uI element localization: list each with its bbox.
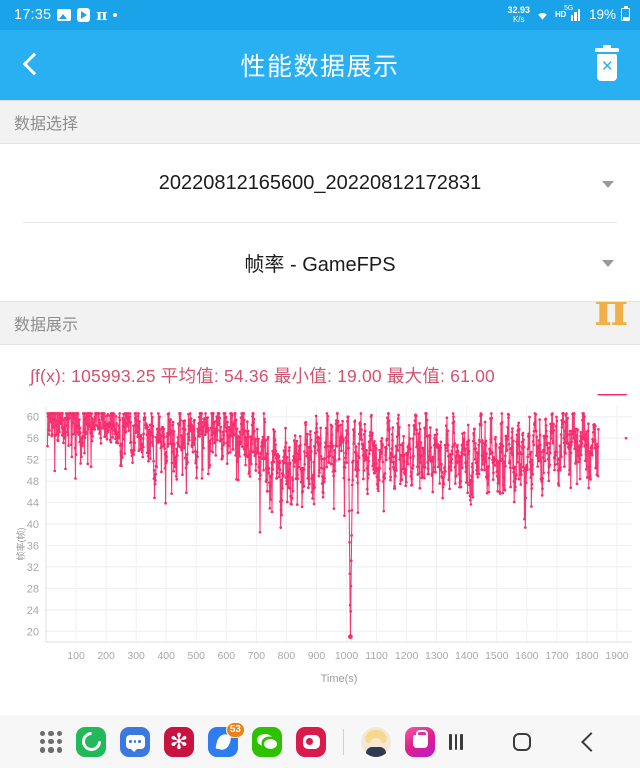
data-display-header-label: 数据展示 xyxy=(14,317,79,334)
data-selection-header: 数据选择 xyxy=(0,100,640,144)
svg-text:700: 700 xyxy=(248,650,266,662)
network-speed-indicator: 32.93 K/s xyxy=(507,6,530,24)
messages-app-icon[interactable] xyxy=(120,726,150,757)
svg-text:1800: 1800 xyxy=(575,650,599,662)
svg-text:52: 52 xyxy=(27,455,39,467)
status-bar-left: 17:35 π xyxy=(14,5,118,24)
phone-app-icon[interactable] xyxy=(76,726,106,757)
svg-text:40: 40 xyxy=(27,519,39,531)
svg-text:800: 800 xyxy=(278,650,296,662)
chevron-down-icon xyxy=(602,181,614,188)
signal-generation-label: 5G xyxy=(563,4,574,12)
bottom-dock: ✻ 53 xyxy=(0,715,640,768)
status-bar: 17:35 π 32.93 K/s HD 5G 19% xyxy=(0,0,640,30)
play-icon xyxy=(77,8,91,22)
navigation-bar xyxy=(444,730,640,754)
svg-text:44: 44 xyxy=(27,498,39,510)
svg-text:1700: 1700 xyxy=(545,650,569,662)
delete-x-glyph: ✕ xyxy=(601,58,614,75)
svg-text:1500: 1500 xyxy=(485,650,509,662)
session-select-value: 20220812165600_20220812172831 xyxy=(158,171,482,194)
svg-text:1000: 1000 xyxy=(335,650,359,662)
app-bar: 性能数据展示 ✕ xyxy=(0,30,640,100)
svg-text:200: 200 xyxy=(97,650,115,662)
svg-text:300: 300 xyxy=(127,650,145,662)
home-icon[interactable] xyxy=(510,730,534,754)
status-bar-right: 32.93 K/s HD 5G 19% xyxy=(507,5,630,24)
chevron-down-icon xyxy=(602,260,614,267)
delete-trash-icon[interactable]: ✕ xyxy=(592,45,622,82)
svg-text:24: 24 xyxy=(27,605,39,617)
camera-app-icon[interactable] xyxy=(296,726,326,757)
svg-text:900: 900 xyxy=(308,650,326,662)
mail-app-icon[interactable]: 53 xyxy=(208,721,245,757)
svg-text:1900: 1900 xyxy=(605,650,629,662)
svg-text:60: 60 xyxy=(27,412,39,424)
svg-text:500: 500 xyxy=(187,650,205,662)
svg-text:32: 32 xyxy=(27,562,39,574)
notification-badge: 53 xyxy=(225,721,245,738)
svg-text:36: 36 xyxy=(27,540,39,552)
svg-text:Time(s): Time(s) xyxy=(321,673,358,685)
svg-text:1200: 1200 xyxy=(395,650,419,662)
dot-icon xyxy=(113,13,118,17)
signal-bars-icon: 5G xyxy=(564,5,584,21)
metric-select-value: 帧率 - GameFPS xyxy=(244,253,396,276)
metric-select[interactable]: 帧率 - GameFPS xyxy=(0,223,640,301)
fps-chart: 20 24 28 32 36 40 44 48 52 56 60 100 200 300 400 500 600… xyxy=(0,394,640,694)
stats-summary: ∫f(x): 105993.25 平均值: 54.36 最小值: 19.00 最… xyxy=(30,366,495,386)
session-select[interactable]: 20220812165600_20220812172831 xyxy=(0,144,640,222)
svg-text:1600: 1600 xyxy=(515,650,539,662)
back-icon[interactable] xyxy=(576,730,601,754)
fps-chart-svg: 20 24 28 32 36 40 44 48 52 56 60 100 200 300 400 500 600… xyxy=(27,394,632,685)
network-speed-unit: K/s xyxy=(512,14,525,24)
battery-icon xyxy=(621,6,630,22)
back-chevron-icon[interactable] xyxy=(18,52,44,78)
svg-text:600: 600 xyxy=(218,650,236,662)
wifi-icon xyxy=(535,9,550,21)
chart-y-axis-label: 帧率(帧) xyxy=(16,527,26,561)
wechat-app-icon[interactable] xyxy=(252,726,282,757)
data-display-header: 数据展示 π xyxy=(0,301,640,345)
svg-text:100: 100 xyxy=(67,650,85,662)
data-selection-header-label: 数据选择 xyxy=(14,116,79,133)
recents-icon[interactable] xyxy=(444,730,468,754)
svg-text:400: 400 xyxy=(157,650,175,662)
app-drawer-icon[interactable] xyxy=(40,730,62,753)
svg-text:28: 28 xyxy=(27,583,39,595)
gallery-icon xyxy=(57,9,72,21)
shopping-bag-app-icon[interactable] xyxy=(405,726,435,757)
svg-text:1400: 1400 xyxy=(455,650,479,662)
svg-text:48: 48 xyxy=(27,476,39,488)
pi-watermark-icon: π xyxy=(594,301,628,336)
avatar-app-icon[interactable] xyxy=(361,726,391,757)
dock-divider xyxy=(343,728,344,755)
svg-text:20: 20 xyxy=(27,626,39,638)
dock-app-list: ✻ 53 xyxy=(0,721,435,757)
pi-icon: π xyxy=(96,5,108,24)
battery-percent: 19% xyxy=(588,7,616,23)
svg-text:1300: 1300 xyxy=(425,650,449,662)
status-time: 17:35 xyxy=(14,7,52,23)
asterisk-app-icon[interactable]: ✻ xyxy=(164,726,194,757)
page-title: 性能数据展示 xyxy=(240,53,400,81)
svg-text:56: 56 xyxy=(27,433,39,445)
svg-text:1100: 1100 xyxy=(365,650,388,662)
